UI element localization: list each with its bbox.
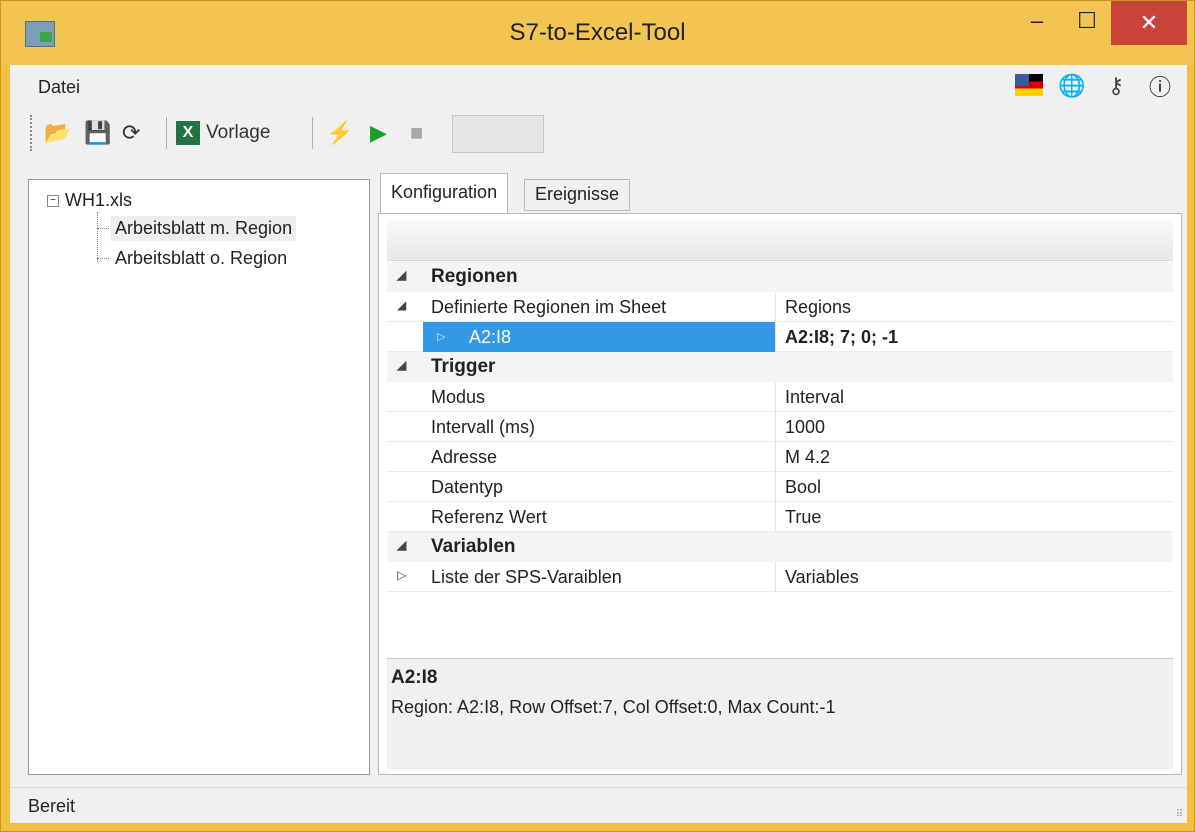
- globe-icon[interactable]: 🌐: [1057, 71, 1087, 101]
- column-divider: [775, 322, 776, 352]
- property-value[interactable]: Variables: [785, 567, 859, 588]
- tree-root[interactable]: − WH1.xls: [47, 190, 132, 211]
- category-label: Trigger: [431, 356, 496, 377]
- property-value[interactable]: A2:I8; 7; 0; -1: [785, 327, 898, 348]
- property-value[interactable]: True: [785, 507, 821, 528]
- collapse-icon[interactable]: ◢: [397, 538, 406, 552]
- tree-item-sheet-without-region[interactable]: Arbeitsblatt o. Region: [111, 246, 291, 271]
- lightning-icon[interactable]: ⚡: [326, 117, 353, 149]
- property-row[interactable]: Referenz Wert True: [387, 502, 1173, 532]
- status-text: Bereit: [28, 796, 76, 816]
- property-pane: ◢ Regionen ◢ Definierte Regionen im Shee…: [378, 213, 1182, 775]
- property-value[interactable]: Regions: [785, 297, 851, 318]
- refresh-icon[interactable]: ⟳: [122, 117, 140, 149]
- column-divider: [775, 442, 776, 472]
- property-row[interactable]: Modus Interval: [387, 382, 1173, 412]
- expand-icon[interactable]: ▷: [397, 568, 406, 582]
- category-variables[interactable]: ◢ Variablen: [387, 532, 1173, 562]
- column-divider: [775, 412, 776, 442]
- toolbar-separator: [166, 117, 167, 149]
- resize-grip-icon[interactable]: ⠿: [1176, 809, 1183, 820]
- property-name: Referenz Wert: [431, 507, 547, 527]
- tree-item-sheet-with-region[interactable]: Arbeitsblatt m. Region: [111, 216, 297, 241]
- property-row[interactable]: Adresse M 4.2: [387, 442, 1173, 472]
- description-panel: A2:I8 Region: A2:I8, Row Offset:7, Col O…: [387, 658, 1173, 769]
- language-flag-icon[interactable]: [1015, 74, 1043, 96]
- collapse-icon[interactable]: ◢: [397, 268, 406, 282]
- column-divider: [775, 292, 776, 322]
- property-row[interactable]: Datentyp Bool: [387, 472, 1173, 502]
- column-divider: [775, 502, 776, 532]
- vorlage-button[interactable]: X Vorlage: [176, 117, 270, 149]
- collapse-icon[interactable]: −: [47, 194, 59, 207]
- close-button[interactable]: ✕: [1111, 1, 1187, 45]
- minimize-button[interactable]: ‒: [1013, 1, 1061, 45]
- property-row-selected[interactable]: ▷ A2:I8 A2:I8; 7; 0; -1: [387, 322, 1173, 352]
- menu-bar: Datei 🌐 ⚷ ⓘ: [10, 65, 1187, 105]
- vorlage-label: Vorlage: [206, 122, 271, 143]
- toolbar-grip[interactable]: [30, 115, 36, 151]
- status-bar: Bereit ⠿: [10, 787, 1187, 824]
- excel-icon: X: [176, 121, 200, 145]
- workbook-tree[interactable]: − WH1.xls Arbeitsblatt m. Region Arbeits…: [28, 179, 370, 775]
- property-value[interactable]: 1000: [785, 417, 825, 438]
- property-value[interactable]: Interval: [785, 387, 844, 408]
- menu-icon-group: 🌐 ⚷ ⓘ: [1015, 71, 1175, 101]
- maximize-button[interactable]: ☐: [1063, 1, 1111, 45]
- property-value[interactable]: M 4.2: [785, 447, 830, 468]
- property-row[interactable]: ▷ Liste der SPS-Varaiblen Variables: [387, 562, 1173, 592]
- tab-configuration[interactable]: Konfiguration: [380, 173, 509, 215]
- toolbar-separator: [312, 117, 313, 149]
- column-divider: [775, 472, 776, 502]
- stop-icon[interactable]: ■: [410, 117, 423, 149]
- property-name: Modus: [431, 387, 486, 407]
- property-name: Liste der SPS-Varaiblen: [431, 567, 622, 587]
- expand-icon[interactable]: ▷: [437, 330, 445, 343]
- client-area: Datei 🌐 ⚷ ⓘ 📂 💾 ⟳ X Vorlage ⚡ ▶ ■ − WH1.…: [10, 65, 1187, 823]
- property-name: Datentyp: [431, 477, 504, 497]
- category-trigger[interactable]: ◢ Trigger: [387, 352, 1173, 382]
- property-value[interactable]: Bool: [785, 477, 821, 498]
- property-name: Adresse: [431, 447, 498, 467]
- open-icon[interactable]: 📂: [44, 117, 71, 149]
- key-icon[interactable]: ⚷: [1101, 71, 1131, 101]
- tree-connector: [97, 228, 109, 229]
- tree-root-label: WH1.xls: [65, 190, 132, 210]
- property-grid[interactable]: ◢ Regionen ◢ Definierte Regionen im Shee…: [387, 262, 1173, 650]
- column-divider: [775, 562, 776, 592]
- property-row[interactable]: ◢ Definierte Regionen im Sheet Regions: [387, 292, 1173, 322]
- menu-file[interactable]: Datei: [38, 77, 80, 98]
- toolbar-text-field[interactable]: [452, 115, 544, 153]
- tab-events[interactable]: Ereignisse: [524, 179, 631, 211]
- property-grid-toolbar: [387, 220, 1173, 261]
- property-row[interactable]: Intervall (ms) 1000: [387, 412, 1173, 442]
- title-bar[interactable]: S7-to-Excel-Tool ‒ ☐ ✕: [1, 1, 1194, 65]
- category-label: Regionen: [431, 266, 518, 287]
- property-name: Intervall (ms): [431, 417, 536, 437]
- play-icon[interactable]: ▶: [370, 117, 387, 149]
- description-text: Region: A2:I8, Row Offset:7, Col Offset:…: [391, 697, 836, 717]
- app-window: S7-to-Excel-Tool ‒ ☐ ✕ Datei 🌐 ⚷ ⓘ 📂 💾 ⟳…: [0, 0, 1195, 832]
- collapse-icon[interactable]: ◢: [397, 298, 406, 312]
- description-title: A2:I8: [391, 667, 438, 688]
- property-name: A2:I8: [469, 327, 512, 347]
- toolbar: 📂 💾 ⟳ X Vorlage ⚡ ▶ ■: [10, 109, 1187, 159]
- tree-connector: [97, 258, 109, 259]
- info-icon[interactable]: ⓘ: [1145, 71, 1175, 101]
- save-icon[interactable]: 💾: [84, 117, 111, 149]
- tree-connector: [97, 212, 98, 262]
- category-regions[interactable]: ◢ Regionen: [387, 262, 1173, 292]
- category-label: Variablen: [431, 536, 516, 557]
- property-name: Definierte Regionen im Sheet: [431, 297, 667, 317]
- collapse-icon[interactable]: ◢: [397, 358, 406, 372]
- column-divider: [775, 382, 776, 412]
